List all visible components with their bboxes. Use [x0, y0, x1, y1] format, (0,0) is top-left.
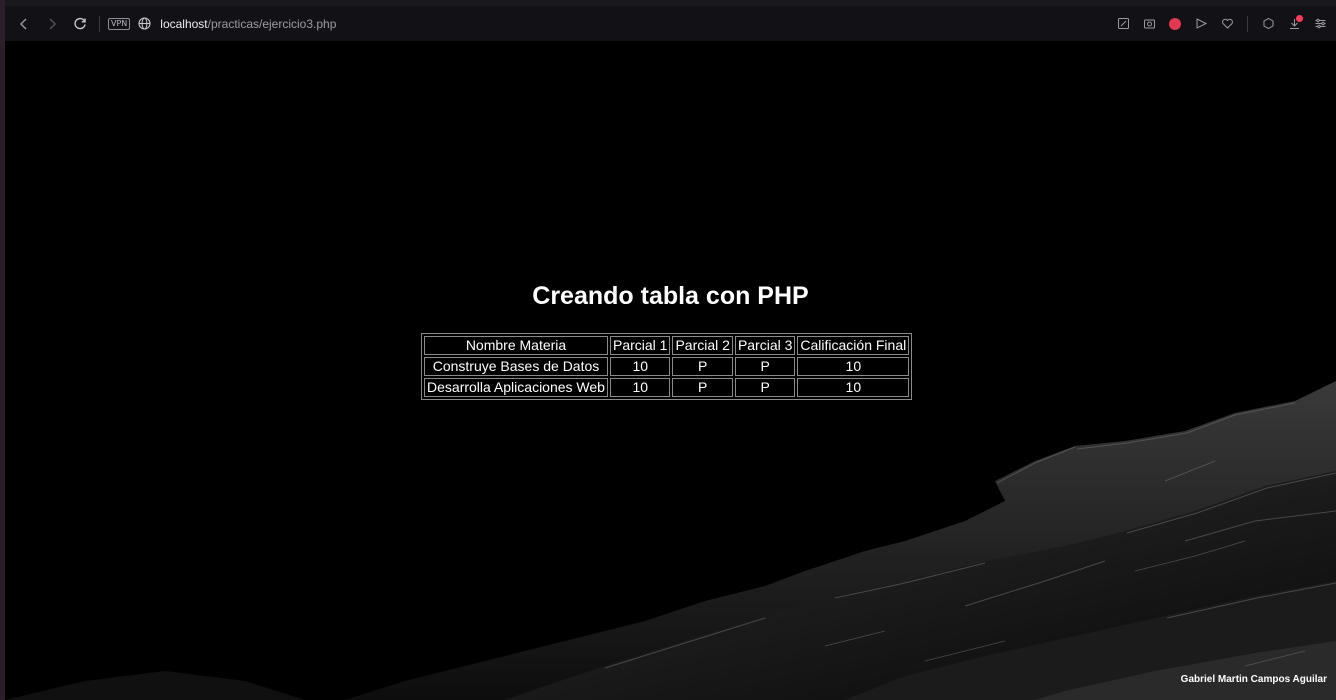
globe-icon[interactable]: [136, 13, 152, 35]
chevron-left-icon: [20, 18, 27, 29]
vpn-badge[interactable]: VPN: [108, 17, 131, 30]
url-text[interactable]: localhost/practicas/ejercicio3.php: [160, 17, 336, 31]
settings-sliders-icon[interactable]: [1310, 14, 1330, 34]
subject-cell: Construye Bases de Datos: [424, 357, 608, 376]
shield-icon[interactable]: [1165, 14, 1185, 34]
column-header: Parcial 1: [610, 336, 671, 355]
url-path: /practicas/ejercicio3.php: [207, 16, 337, 31]
column-header: Calificación Final: [797, 336, 910, 355]
address-bar[interactable]: VPN localhost/practicas/ejercicio3.php: [108, 13, 336, 35]
table-header-row: Nombre Materia Parcial 1 Parcial 2 Parci…: [424, 336, 910, 355]
grade-cell: 10: [610, 378, 671, 397]
table-row: Desarrolla Aplicaciones Web 10 P P 10: [424, 378, 910, 397]
page-title: Creando tabla con PHP: [532, 282, 809, 310]
grades-table: Nombre Materia Parcial 1 Parcial 2 Parci…: [421, 333, 913, 400]
send-icon[interactable]: [1191, 14, 1211, 34]
reload-button[interactable]: [69, 13, 91, 35]
final-grade-cell: 10: [797, 378, 910, 397]
toolbar-divider: [1247, 15, 1248, 32]
url-host: localhost: [160, 16, 208, 31]
column-header: Parcial 2: [672, 336, 733, 355]
box-icon[interactable]: [1258, 14, 1278, 34]
download-icon[interactable]: [1284, 14, 1304, 34]
grade-cell: P: [672, 378, 733, 397]
table-row: Construye Bases de Datos 10 P P 10: [424, 357, 910, 376]
forward-button[interactable]: [41, 13, 63, 35]
subject-cell: Desarrolla Aplicaciones Web: [424, 378, 608, 397]
back-button[interactable]: [13, 13, 35, 35]
notification-dot: [1296, 14, 1303, 22]
grade-cell: P: [672, 357, 733, 376]
heart-icon[interactable]: [1217, 14, 1237, 34]
chevron-right-icon: [49, 18, 56, 29]
camera-icon[interactable]: [1139, 14, 1159, 34]
grade-cell: P: [734, 357, 796, 376]
column-header: Nombre Materia: [424, 336, 608, 355]
edit-page-icon[interactable]: [1113, 14, 1133, 34]
grade-cell: 10: [610, 357, 671, 376]
browser-toolbar: VPN localhost/practicas/ejercicio3.php: [5, 6, 1336, 41]
toolbar-divider: [99, 15, 100, 32]
grade-cell: P: [734, 378, 796, 397]
column-header: Parcial 3: [734, 336, 796, 355]
browser-window: VPN localhost/practicas/ejercicio3.php C…: [0, 0, 1336, 700]
final-grade-cell: 10: [797, 357, 910, 376]
reload-icon: [73, 17, 86, 30]
author-footer: Gabriel Martin Campos Aguilar: [1180, 674, 1327, 685]
page-viewport: Creando tabla con PHP Nombre Materia Par…: [5, 41, 1336, 700]
